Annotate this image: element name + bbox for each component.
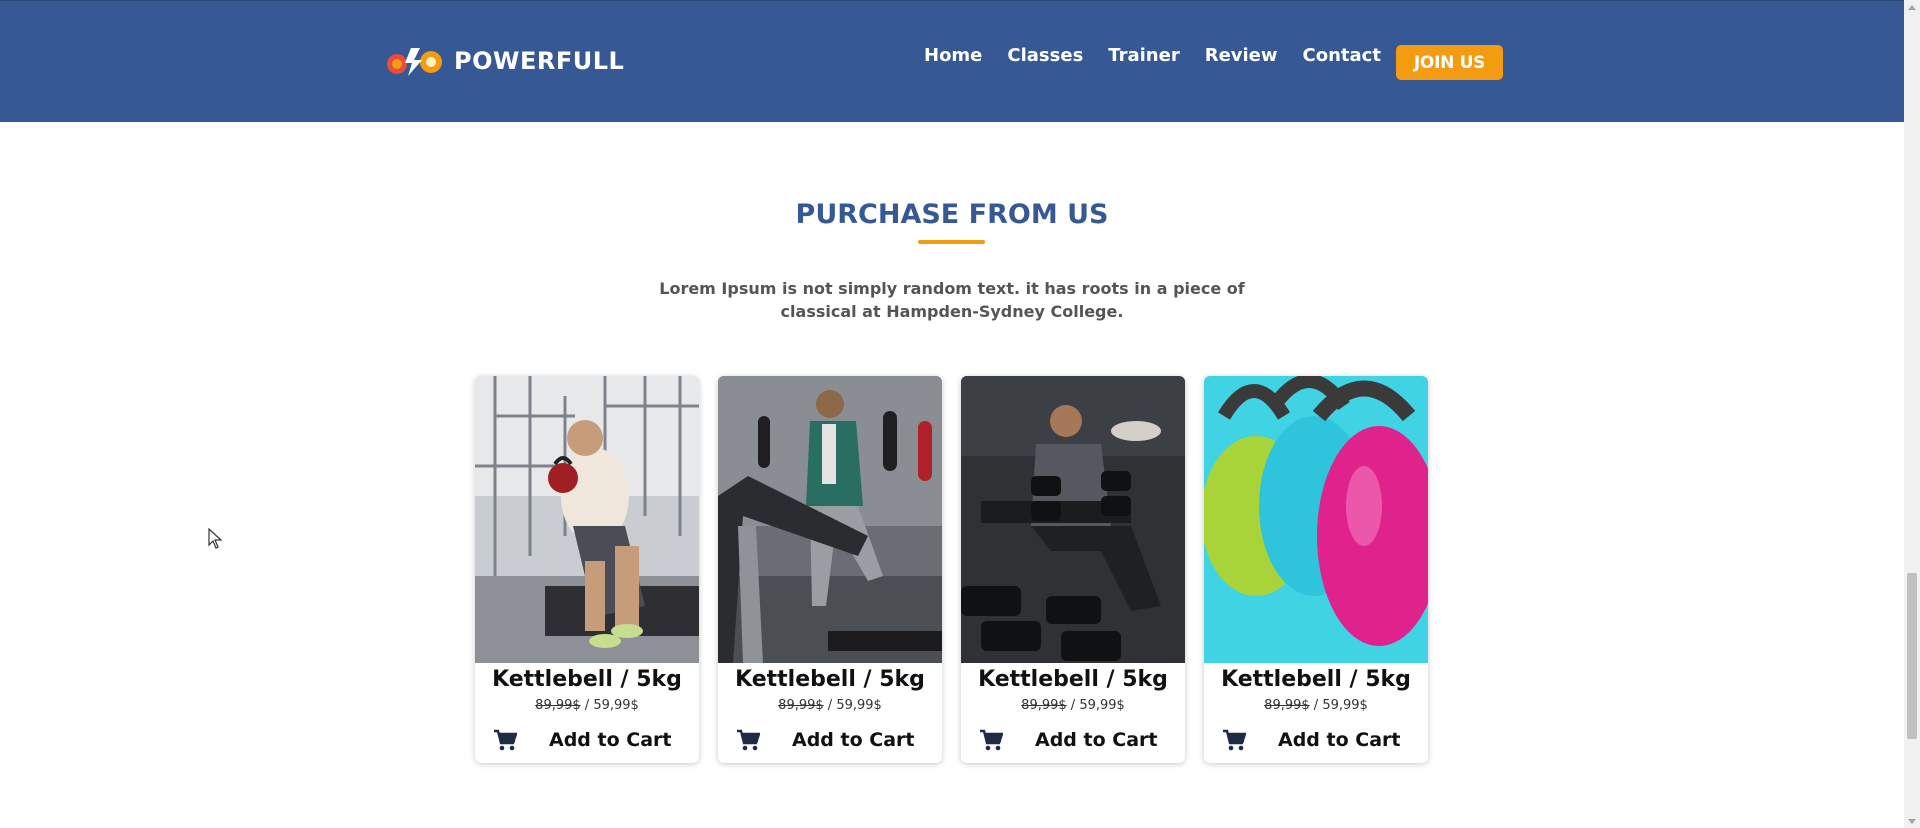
product-title: Kettlebell / 5kg <box>735 667 925 692</box>
mouse-pointer-icon <box>208 527 224 550</box>
old-price: 89,99$ <box>1021 698 1067 713</box>
title-underline <box>918 240 985 244</box>
product-price: 89,99$ / 59,99$ <box>475 698 699 713</box>
old-price: 89,99$ <box>535 698 581 713</box>
site-header: POWERFULL Home Classes Trainer Review Co… <box>0 0 1904 122</box>
add-to-cart-button[interactable]: Add to Cart <box>979 726 1169 754</box>
current-price: 59,99$ <box>593 698 639 713</box>
product-price: 89,99$ / 59,99$ <box>1204 698 1428 713</box>
nav-trainer[interactable]: Trainer <box>1108 45 1179 66</box>
shopping-cart-icon <box>493 728 519 752</box>
shopping-cart-icon <box>979 728 1005 752</box>
scroll-down-arrow-icon[interactable] <box>1904 814 1920 828</box>
section-description: Lorem Ipsum is not simply random text. i… <box>659 279 1245 321</box>
price-separator: / <box>1309 698 1323 713</box>
price-separator: / <box>580 698 594 713</box>
current-price: 59,99$ <box>1079 698 1125 713</box>
add-to-cart-label: Add to Cart <box>549 729 672 751</box>
logo[interactable]: POWERFULL <box>384 41 624 81</box>
scroll-up-arrow-icon[interactable] <box>1904 0 1920 14</box>
shopping-cart-icon <box>1222 728 1248 752</box>
current-price: 59,99$ <box>836 698 882 713</box>
nav-review[interactable]: Review <box>1205 45 1278 66</box>
product-card: Kettlebell / 5kg 89,99$ / 59,99$ Add to … <box>961 376 1185 763</box>
product-price: 89,99$ / 59,99$ <box>961 698 1185 713</box>
man-kettlebell-photo <box>475 376 699 663</box>
section-title: PURCHASE FROM US <box>795 199 1109 230</box>
logo-icon <box>387 48 442 76</box>
add-to-cart-label: Add to Cart <box>792 729 915 751</box>
product-card: Kettlebell / 5kg 89,99$ / 59,99$ Add to … <box>1204 376 1428 763</box>
colorful-kettlebells-photo <box>1204 376 1428 663</box>
product-title: Kettlebell / 5kg <box>492 667 682 692</box>
shopping-cart-icon <box>736 728 762 752</box>
nav-contact[interactable]: Contact <box>1303 45 1381 66</box>
price-separator: / <box>1066 698 1080 713</box>
page-scrollbar[interactable] <box>1904 0 1920 828</box>
current-price: 59,99$ <box>1322 698 1368 713</box>
product-card: Kettlebell / 5kg 89,99$ / 59,99$ Add to … <box>475 376 699 763</box>
product-title: Kettlebell / 5kg <box>1221 667 1411 692</box>
add-to-cart-label: Add to Cart <box>1278 729 1401 751</box>
price-separator: / <box>823 698 837 713</box>
main-nav: Home Classes Trainer Review Contact <box>924 45 1406 66</box>
old-price: 89,99$ <box>778 698 824 713</box>
add-to-cart-button[interactable]: Add to Cart <box>1222 726 1412 754</box>
product-title: Kettlebell / 5kg <box>978 667 1168 692</box>
logo-text: POWERFULL <box>454 47 625 75</box>
nav-classes[interactable]: Classes <box>1007 45 1083 66</box>
old-price: 89,99$ <box>1264 698 1310 713</box>
nav-home[interactable]: Home <box>924 45 982 66</box>
add-to-cart-label: Add to Cart <box>1035 729 1158 751</box>
add-to-cart-button[interactable]: Add to Cart <box>493 726 683 754</box>
scroll-thumb[interactable] <box>1907 573 1917 739</box>
man-dumbbells-photo <box>961 376 1185 663</box>
add-to-cart-button[interactable]: Add to Cart <box>736 726 926 754</box>
product-price: 89,99$ / 59,99$ <box>718 698 942 713</box>
product-card: Kettlebell / 5kg 89,99$ / 59,99$ Add to … <box>718 376 942 763</box>
join-us-button[interactable]: JOIN US <box>1396 45 1503 80</box>
man-treadmill-photo <box>718 376 942 663</box>
